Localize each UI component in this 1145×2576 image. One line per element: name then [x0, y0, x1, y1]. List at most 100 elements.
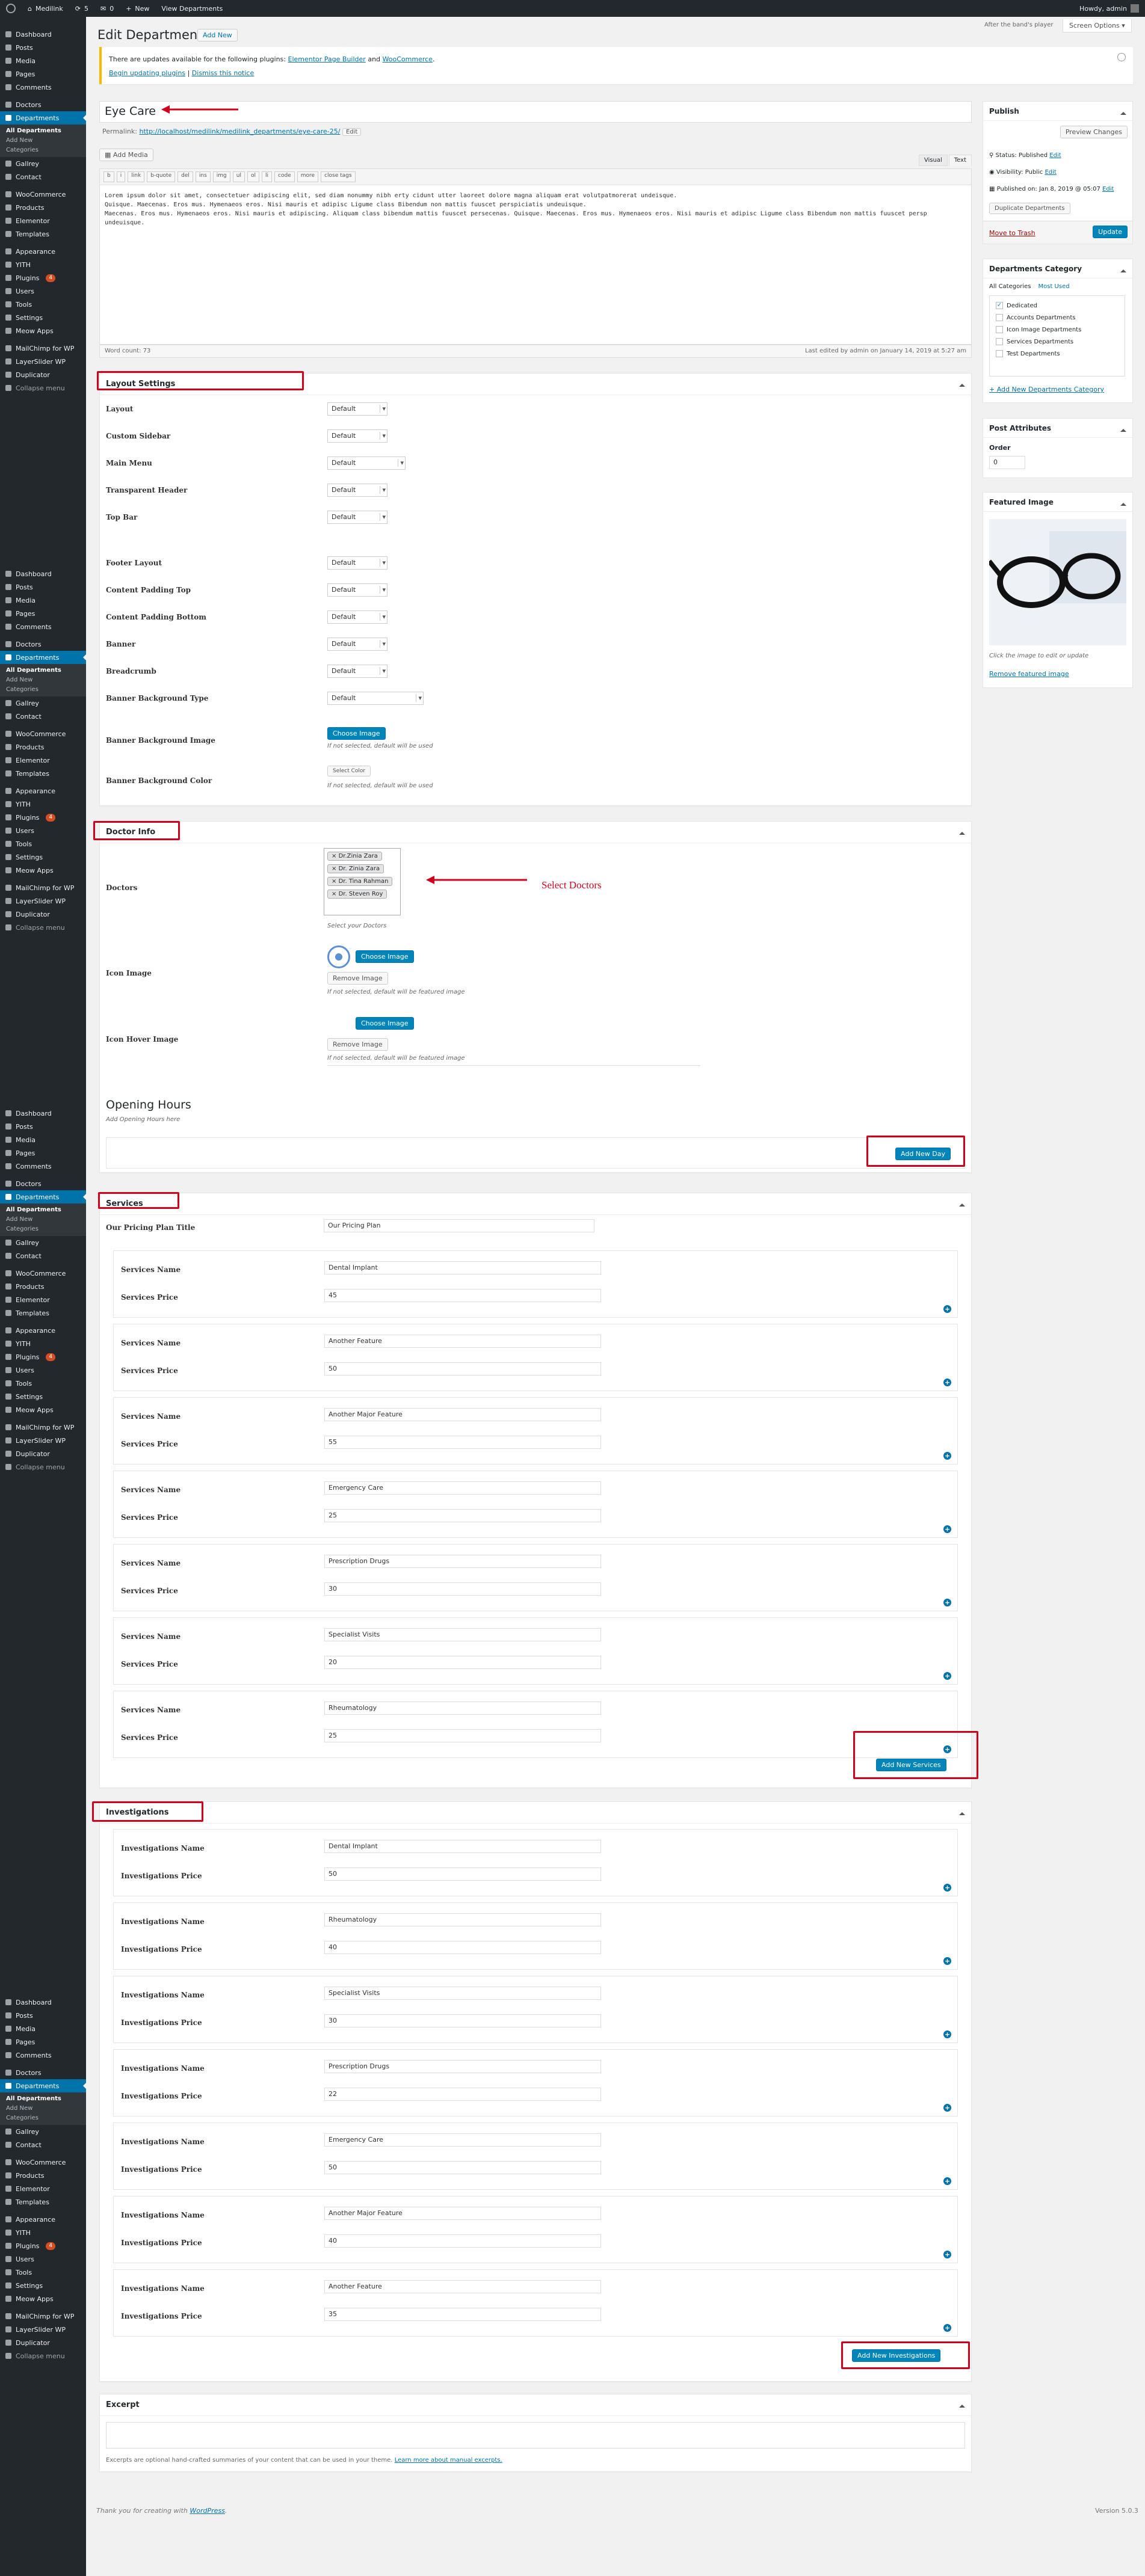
remove-icon-image-button[interactable]: Remove Image — [327, 972, 388, 985]
sidebar-item-plugins[interactable]: Plugins 4 — [0, 1350, 86, 1363]
quicktag-button[interactable]: ul — [232, 171, 245, 182]
sidebar-item-products[interactable]: Products — [0, 2169, 86, 2182]
sidebar-item-dashboard[interactable]: Dashboard — [0, 567, 86, 580]
submenu-item[interactable]: Categories — [0, 2113, 86, 2123]
add-row-icon[interactable]: + — [943, 2104, 951, 2112]
visibility-edit-link[interactable]: Edit — [1045, 169, 1056, 176]
wordpress-logo-icon[interactable] — [0, 0, 22, 17]
quicktag-button[interactable]: b — [103, 171, 114, 182]
sidebar-item-meow-apps[interactable]: Meow Apps — [0, 324, 86, 337]
sidebar-item-plugins[interactable]: Plugins 4 — [0, 811, 86, 824]
add-row-icon[interactable]: + — [943, 1379, 951, 1386]
price-input[interactable]: 50 — [324, 1362, 601, 1376]
sidebar-item-tools[interactable]: Tools — [0, 1377, 86, 1390]
category-item[interactable]: Test Departments — [996, 348, 1119, 360]
new-content-link[interactable]: + New — [120, 0, 155, 17]
add-row-icon[interactable]: + — [943, 1525, 951, 1533]
sidebar-item-gallrey[interactable]: Gallrey — [0, 157, 86, 170]
duplicate-button[interactable]: Duplicate Departments — [989, 203, 1070, 214]
toggle-icon[interactable] — [959, 1200, 965, 1207]
checkbox[interactable] — [996, 314, 1003, 321]
checkbox[interactable] — [996, 350, 1003, 357]
quicktag-button[interactable]: close tags — [321, 171, 356, 182]
sidebar-item-settings[interactable]: Settings — [0, 311, 86, 324]
site-name-link[interactable]: ⌂ Medilink — [22, 0, 69, 17]
featured-image-header[interactable]: Featured Image — [983, 493, 1132, 512]
sidebar-item-elementor[interactable]: Elementor — [0, 754, 86, 767]
sidebar-item-products[interactable]: Products — [0, 1280, 86, 1293]
sidebar-item-templates[interactable]: Templates — [0, 2195, 86, 2209]
name-input[interactable]: Emergency Care — [324, 1481, 601, 1495]
sidebar-item-collapse-menu[interactable]: Collapse menu — [0, 381, 86, 395]
updates-link[interactable]: ⟳ 5 — [69, 0, 94, 17]
sidebar-item-pages[interactable]: Pages — [0, 607, 86, 620]
sidebar-item-contact[interactable]: Contact — [0, 710, 86, 723]
submenu-item[interactable]: Add New — [0, 1215, 86, 1225]
comments-link[interactable]: ✉ 0 — [94, 0, 120, 17]
add-row-icon[interactable]: + — [943, 1305, 951, 1313]
sidebar-item-elementor[interactable]: Elementor — [0, 214, 86, 227]
quicktag-button[interactable]: more — [297, 171, 319, 182]
elementor-link[interactable]: Elementor Page Builder — [288, 55, 366, 63]
sidebar-item-products[interactable]: Products — [0, 201, 86, 214]
layout-select[interactable]: Default — [327, 484, 387, 497]
sidebar-item-duplicator[interactable]: Duplicator — [0, 2336, 86, 2349]
quicktag-button[interactable]: i — [116, 171, 126, 182]
name-input[interactable]: Emergency Care — [324, 2133, 601, 2147]
featured-image-glasses[interactable] — [989, 519, 1126, 645]
remove-chip-icon[interactable]: × — [332, 891, 339, 897]
remove-chip-icon[interactable]: × — [332, 853, 339, 859]
layout-select[interactable]: Default — [327, 402, 387, 416]
name-input[interactable]: Specialist Visits — [324, 1987, 601, 2000]
price-input[interactable]: 25 — [324, 1509, 601, 1522]
sidebar-item-appearance[interactable]: Appearance — [0, 245, 86, 258]
add-row-icon[interactable]: + — [943, 1599, 951, 1606]
sidebar-item-products[interactable]: Products — [0, 740, 86, 754]
sidebar-item-settings[interactable]: Settings — [0, 850, 86, 864]
quicktag-button[interactable]: del — [177, 171, 193, 182]
sidebar-item-settings[interactable]: Settings — [0, 2279, 86, 2292]
sidebar-item-duplicator[interactable]: Duplicator — [0, 368, 86, 381]
name-input[interactable]: Another Feature — [324, 1335, 601, 1348]
sidebar-item-dashboard[interactable]: Dashboard — [0, 1107, 86, 1120]
sidebar-item-mailchimp-for-wp[interactable]: MailChimp for WP — [0, 1421, 86, 1434]
sidebar-item-templates[interactable]: Templates — [0, 767, 86, 780]
sidebar-item-collapse-menu[interactable]: Collapse menu — [0, 1460, 86, 1474]
doctor-chip[interactable]: × Dr. Steven Roy — [327, 890, 387, 899]
sidebar-item-gallrey[interactable]: Gallrey — [0, 2125, 86, 2138]
sidebar-item-media[interactable]: Media — [0, 594, 86, 607]
sidebar-item-mailchimp-for-wp[interactable]: MailChimp for WP — [0, 881, 86, 894]
name-input[interactable]: Prescription Drugs — [324, 1555, 601, 1568]
sidebar-item-layerslider-wp[interactable]: LayerSlider WP — [0, 355, 86, 368]
submenu-item[interactable]: Categories — [0, 685, 86, 695]
sidebar-item-doctors[interactable]: Doctors — [0, 1177, 86, 1190]
sidebar-item-elementor[interactable]: Elementor — [0, 1293, 86, 1306]
sidebar-item-elementor[interactable]: Elementor — [0, 2182, 86, 2195]
sidebar-item-departments[interactable]: Departments — [0, 651, 86, 664]
add-row-icon[interactable]: + — [943, 1957, 951, 1965]
sidebar-item-contact[interactable]: Contact — [0, 2138, 86, 2151]
name-input[interactable]: Dental Implant — [324, 1840, 601, 1853]
sidebar-item-users[interactable]: Users — [0, 284, 86, 298]
submenu-item[interactable]: All Departments — [0, 666, 86, 675]
checkbox[interactable] — [996, 338, 1003, 345]
sidebar-item-pages[interactable]: Pages — [0, 1146, 86, 1160]
add-row-icon[interactable]: + — [943, 2030, 951, 2038]
pricing-plan-title-input[interactable]: Our Pricing Plan — [324, 1219, 594, 1232]
permalink-url[interactable]: http://localhost/medilink/medilink_depar… — [139, 128, 340, 135]
sidebar-item-appearance[interactable]: Appearance — [0, 784, 86, 798]
sidebar-item-comments[interactable]: Comments — [0, 620, 86, 633]
view-departments-link[interactable]: View Departments — [155, 0, 229, 17]
add-row-icon[interactable]: + — [943, 1884, 951, 1892]
sidebar-item-comments[interactable]: Comments — [0, 2049, 86, 2062]
sidebar-item-departments[interactable]: Departments — [0, 2079, 86, 2092]
add-row-icon[interactable]: + — [943, 1672, 951, 1680]
tab-all-categories[interactable]: All Categories — [989, 283, 1031, 290]
category-item[interactable]: Icon Image Departments — [996, 324, 1119, 336]
price-input[interactable]: 40 — [324, 2234, 601, 2248]
price-input[interactable]: 45 — [324, 1289, 601, 1302]
quicktag-button[interactable]: link — [128, 171, 145, 182]
checkbox[interactable]: ✓ — [996, 302, 1003, 309]
layout-select[interactable]: Default — [327, 692, 424, 705]
add-media-button[interactable]: ▦ Add Media — [99, 149, 153, 161]
